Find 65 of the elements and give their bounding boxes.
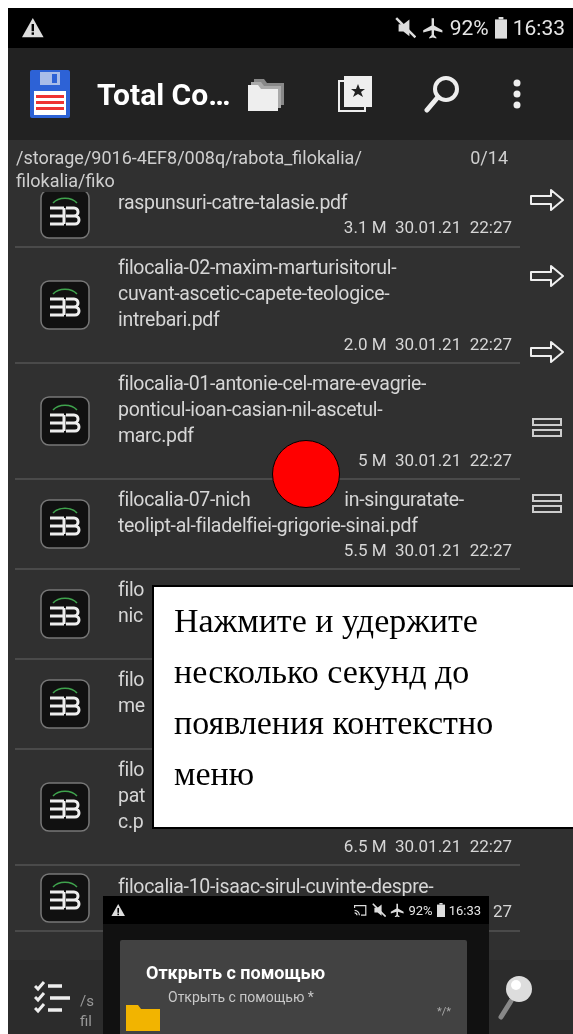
file-details: 5.5 M 30.01.21 22:27 bbox=[343, 539, 513, 561]
file-name[interactable]: in-singuratate- bbox=[344, 487, 464, 513]
mute-icon bbox=[394, 17, 417, 39]
file-name[interactable]: nic bbox=[118, 603, 143, 629]
file-name[interactable]: filo bbox=[118, 757, 145, 783]
more-menu-icon[interactable] bbox=[512, 79, 523, 109]
ebook-file-icon bbox=[40, 589, 90, 639]
file-name[interactable]: filo bbox=[118, 667, 145, 693]
folder-path: /storage/9016-4EF8/008q/rabota_filokalia/ filokalia/fiko bbox=[16, 146, 362, 192]
file-name[interactable]: raspunsuri-catre-talasie.pdf bbox=[118, 192, 348, 216]
dialog-title: Открыть с помощью bbox=[146, 962, 327, 983]
arrow-right-icon[interactable] bbox=[529, 264, 564, 288]
ebook-file-icon bbox=[40, 679, 90, 729]
battery-icon bbox=[494, 17, 507, 39]
battery-percent: 92% bbox=[408, 902, 433, 918]
mute-icon bbox=[371, 902, 387, 918]
file-details: 27 bbox=[492, 900, 513, 922]
ebook-file-icon bbox=[40, 280, 90, 330]
option-label: Открыть с помощью * bbox=[168, 989, 315, 1005]
battery-icon bbox=[436, 902, 445, 918]
equals-icon[interactable] bbox=[531, 418, 562, 438]
magnifier-icon[interactable] bbox=[497, 973, 533, 1021]
warning-icon bbox=[22, 18, 44, 38]
file-details: 6.5 M 30.01.21 22:27 bbox=[343, 835, 513, 857]
clock-time: 16:33 bbox=[512, 16, 565, 40]
checklist-icon[interactable] bbox=[34, 980, 72, 1014]
ebook-file-icon bbox=[40, 873, 90, 923]
ebook-file-icon bbox=[40, 782, 90, 832]
file-details: 2.0 M 30.01.21 22:27 bbox=[343, 333, 513, 355]
file-name[interactable]: filocalia-02-maxim-marturisitorul- bbox=[118, 255, 397, 281]
ebook-file-icon bbox=[40, 192, 90, 239]
equals-icon[interactable] bbox=[531, 494, 562, 514]
folders-icon[interactable] bbox=[248, 77, 287, 111]
file-name[interactable]: c.p bbox=[118, 809, 144, 835]
ebook-file-icon bbox=[40, 396, 90, 446]
cast-icon bbox=[353, 903, 368, 917]
file-name[interactable]: filocalia-01-antonie-cel-mare-evagrie- bbox=[118, 371, 427, 397]
bookmark-star-icon[interactable] bbox=[338, 76, 373, 112]
callout-text: Нажмите и удержите несколько секунд до появления контекстно меню bbox=[174, 601, 495, 794]
folder-path: /s fil bbox=[80, 991, 94, 1031]
file-name[interactable]: filo bbox=[118, 577, 145, 603]
file-name[interactable]: pat bbox=[118, 783, 146, 809]
airplane-icon bbox=[422, 17, 444, 39]
warning-icon bbox=[111, 903, 126, 917]
clock-time: 16:33 bbox=[448, 902, 481, 918]
file-name[interactable]: cuvant-ascetic-capete-teologice- bbox=[118, 281, 390, 307]
file-name[interactable]: filocalia-07-nich bbox=[118, 487, 251, 513]
selection-count: 0/14 bbox=[470, 146, 509, 170]
app-option[interactable]: Открыть с помощью * */* bbox=[126, 989, 457, 1031]
airplane-icon bbox=[390, 902, 405, 918]
file-name[interactable]: marc.pdf bbox=[118, 423, 194, 449]
file-details: 3.1 M 30.01.21 22:27 bbox=[343, 216, 513, 238]
battery-percent: 92% bbox=[449, 16, 489, 40]
app-title: Total Co… bbox=[97, 76, 231, 112]
file-name[interactable]: teolipt-al-filadelfiei-grigorie-sinai.pdf bbox=[118, 513, 418, 539]
ebook-file-icon bbox=[40, 499, 90, 549]
file-name[interactable]: ponticul-ioan-casian-nil-ascetul- bbox=[118, 397, 383, 423]
file-name[interactable]: me bbox=[118, 693, 145, 719]
search-icon[interactable] bbox=[424, 75, 461, 113]
file-name[interactable]: intrebari.pdf bbox=[118, 307, 220, 333]
file-details: 5 M 30.01.21 22:27 bbox=[357, 449, 513, 471]
arrow-right-icon[interactable] bbox=[529, 188, 564, 212]
arrow-right-icon[interactable] bbox=[529, 340, 564, 364]
file-name[interactable]: filocalia-10-isaac-sirul-cuvinte-despre- bbox=[118, 874, 434, 900]
mime-type: */* bbox=[437, 1005, 452, 1018]
